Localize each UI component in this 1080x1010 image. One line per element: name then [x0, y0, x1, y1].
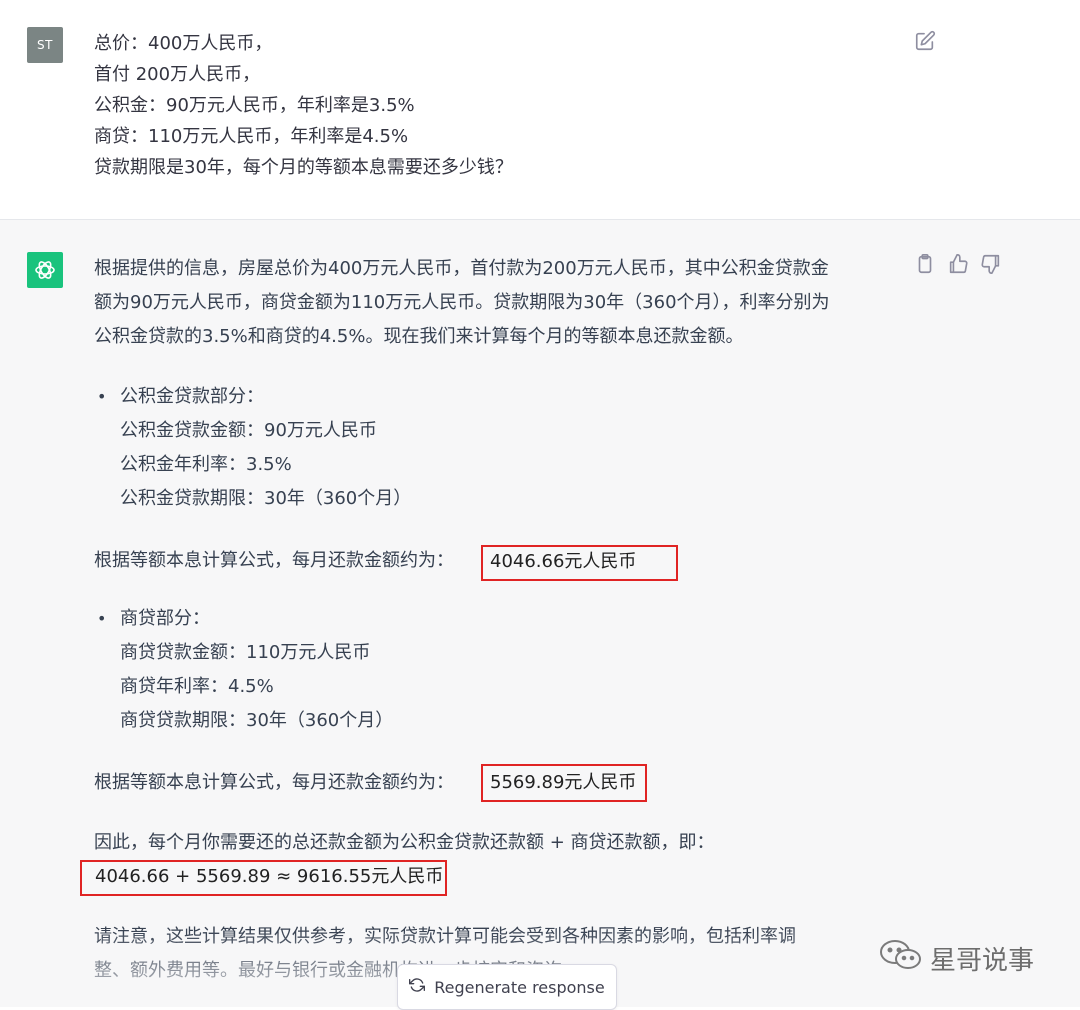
response-intro: 根据提供的信息，房屋总价为400万元人民币，首付款为200万元人民币，其中公积金…	[94, 252, 830, 354]
refresh-icon	[409, 977, 426, 997]
user-line: 贷款期限是30年，每个月的等额本息需要还多少钱？	[94, 157, 513, 178]
section-item: 商贷年利率：4.5%	[120, 676, 274, 697]
user-message: ST 总价：400万人民币， 首付 200万人民币， 公积金：90万元人民币，年…	[0, 0, 1080, 220]
edit-icon[interactable]	[914, 30, 938, 54]
user-line: 商贷：110万元人民币，年利率是4.5%	[94, 126, 409, 147]
result-prefix: 根据等额本息计算公式，每月还款金额约为：	[94, 772, 454, 793]
intro-line: 根据提供的信息，房屋总价为400万元人民币，首付款为200万元人民币，其中公积金…	[94, 258, 829, 279]
user-line: 公积金：90万元人民币，年利率是3.5%	[94, 95, 415, 116]
section-item: 公积金贷款金额：90万元人民币	[120, 420, 377, 441]
regenerate-label: Regenerate response	[434, 977, 605, 997]
section-item: 公积金贷款期限：30年（360个月）	[120, 488, 412, 509]
note-line: 请注意，这些计算结果仅供参考，实际贷款计算可能会受到各种因素的影响，包括利率调	[94, 926, 796, 947]
bullet-icon: •	[97, 609, 107, 628]
section2-result-text: 根据等额本息计算公式，每月还款金额约为：	[94, 766, 454, 800]
section-item: 公积金年利率：3.5%	[120, 454, 292, 475]
wechat-icon	[878, 938, 924, 979]
total-result-highlight: 4046.66 + 5569.89 ≈ 9616.55元人民币	[80, 860, 447, 896]
thumbs-up-icon[interactable]	[947, 253, 971, 277]
copy-icon[interactable]	[914, 253, 938, 277]
regenerate-button[interactable]: Regenerate response	[397, 964, 617, 1010]
section-heading: 商贷部分：	[120, 608, 210, 629]
section1-result-highlight: 4046.66元人民币	[481, 545, 678, 581]
bullet-icon: •	[97, 387, 107, 406]
result-prefix: 根据等额本息计算公式，每月还款金额约为：	[94, 550, 454, 571]
user-avatar: ST	[27, 27, 63, 63]
section-item: 商贷贷款期限：30年（360个月）	[120, 710, 394, 731]
user-message-text: 总价：400万人民币， 首付 200万人民币， 公积金：90万元人民币，年利率是…	[94, 28, 513, 183]
user-line: 总价：400万人民币，	[94, 33, 273, 54]
thumbs-down-icon[interactable]	[980, 253, 1004, 277]
section1-result-text: 根据等额本息计算公式，每月还款金额约为：	[94, 544, 454, 578]
total-explanation: 因此，每个月你需要还的总还款金额为公积金贷款还款额 + 商贷还款额，即：	[94, 826, 715, 860]
user-line: 首付 200万人民币，	[94, 64, 261, 85]
intro-line: 额为90万元人民币，商贷金额为110万元人民币。贷款期限为30年（360个月），…	[94, 292, 830, 313]
total-line: 因此，每个月你需要还的总还款金额为公积金贷款还款额 + 商贷还款额，即：	[94, 832, 715, 853]
watermark: 星哥说事	[878, 938, 1034, 979]
chatgpt-logo-icon	[27, 252, 63, 288]
section-item: 商贷贷款金额：110万元人民币	[120, 642, 371, 663]
section-heading: 公积金贷款部分：	[120, 386, 264, 407]
section2-result-highlight: 5569.89元人民币	[481, 764, 647, 802]
watermark-text: 星哥说事	[930, 946, 1035, 976]
intro-line: 公积金贷款的3.5%和商贷的4.5%。现在我们来计算每个月的等额本息还款金额。	[94, 326, 744, 347]
response-actions	[914, 253, 1004, 277]
